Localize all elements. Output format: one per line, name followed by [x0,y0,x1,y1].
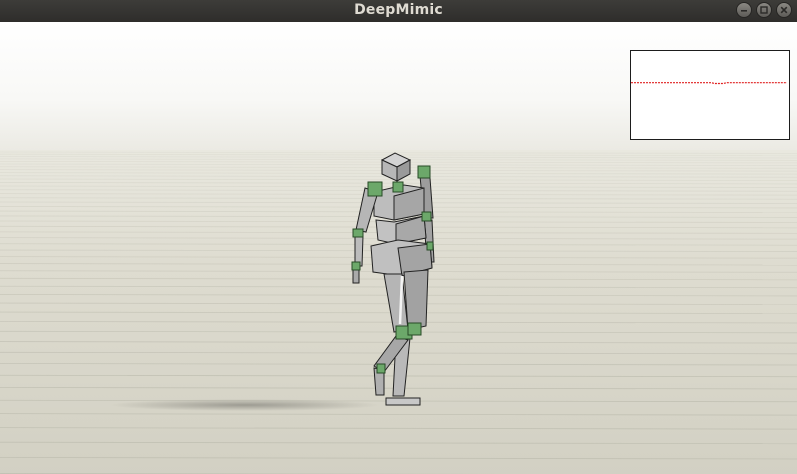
character-shadow [110,399,380,411]
close-button[interactable] [776,2,792,18]
joint-elbow-back [421,211,432,222]
joint-knee-left [407,322,422,336]
joint-shoulder-front [367,181,383,197]
joint-wrist-back [426,241,434,251]
reward-plot-panel [630,50,790,140]
minimize-button[interactable] [736,2,752,18]
right-foot [385,397,421,406]
window-title: DeepMimic [354,2,443,18]
reward-plot [631,82,787,85]
joint-wrist-front [351,261,361,271]
maximize-button[interactable] [756,2,772,18]
minimize-icon [741,10,747,12]
simulation-viewport[interactable] [0,22,797,474]
maximize-icon [760,6,768,14]
title-bar: DeepMimic [0,0,797,22]
joint-neck [392,181,404,193]
joint-shoulder-back [417,165,431,179]
joint-ankle-left [376,363,386,374]
left-thigh [403,269,429,331]
reward-line [631,82,787,85]
joint-elbow-front [352,228,364,238]
close-icon [780,6,788,14]
front-hand [352,269,360,284]
